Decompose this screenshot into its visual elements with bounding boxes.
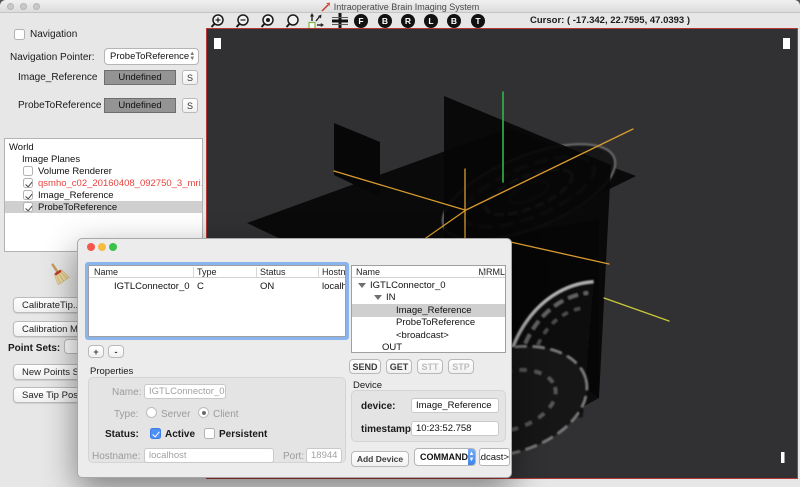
type-label: Type: xyxy=(114,409,138,420)
toolbar: F B R L B T Cursor: ( -17.342, 22.7595, … xyxy=(0,13,800,29)
probe-to-reference-label: ProbeToReference xyxy=(18,100,101,111)
server-radio[interactable] xyxy=(146,407,157,418)
point-sets-label: Point Sets: xyxy=(8,343,60,354)
navigation-checkbox[interactable] xyxy=(14,29,25,40)
chevron-updown-icon: ▲▼ xyxy=(189,52,195,62)
status-label: Status: xyxy=(105,429,139,440)
stp-button[interactable]: STP xyxy=(448,359,474,374)
window-title: Intraoperative Brain Imaging System xyxy=(334,2,480,12)
name-field[interactable]: IGTLConnector_0 xyxy=(144,384,226,399)
command-dropdown-value: COMMAND xyxy=(415,452,468,462)
send-button[interactable]: SEND xyxy=(349,359,381,374)
zoom-in-icon[interactable] xyxy=(210,13,228,29)
view-top-button[interactable]: T xyxy=(471,14,485,28)
image-reference-checkbox[interactable] xyxy=(23,190,33,200)
stt-button[interactable]: STT xyxy=(417,359,443,374)
disclosure-icon[interactable] xyxy=(358,283,366,288)
crosshair-icon[interactable] xyxy=(330,13,348,29)
timestamp-label: timestamp: xyxy=(361,424,414,435)
properties-group-label: Properties xyxy=(90,366,133,377)
broadcast-dropdown[interactable]: <broadcast> xyxy=(479,448,510,466)
add-connector-button[interactable]: + xyxy=(88,345,104,358)
io-out-row[interactable]: OUT xyxy=(352,342,505,354)
port-field[interactable]: 18944 xyxy=(306,448,342,463)
broadcast-dropdown-value: <broadcast> xyxy=(479,452,509,463)
active-checkbox-label: Active xyxy=(165,429,195,440)
connectors-table[interactable]: Name Type Status Hostname IGTLConnector_… xyxy=(88,265,346,337)
add-device-button[interactable]: Add Device xyxy=(351,451,409,467)
device-label: device: xyxy=(361,401,395,412)
name-label: Name: xyxy=(112,387,141,398)
timestamp-field[interactable]: 10:23:52.758 xyxy=(411,421,499,436)
image-reference-status-button[interactable]: Undefined xyxy=(104,70,176,85)
zoom-out-icon[interactable] xyxy=(235,13,253,29)
tree-item-image-reference[interactable]: Image_Reference xyxy=(5,189,202,201)
broom-icon xyxy=(46,261,70,285)
point-sets-dropdown-partial[interactable] xyxy=(64,339,78,354)
view-front-button[interactable]: F xyxy=(354,14,368,28)
pan-view-icon[interactable] xyxy=(308,13,326,29)
image-reference-s-button[interactable]: S xyxy=(182,70,198,85)
scene-tree: World Image Planes Volume Renderer qsmho… xyxy=(4,138,203,252)
navigation-pointer-dropdown[interactable]: ProbeToReference ▲▼ xyxy=(104,48,199,65)
zoom-area-icon[interactable] xyxy=(285,13,303,29)
io-connector-row[interactable]: IGTLConnector_0 xyxy=(352,279,505,292)
cursor-coordinates: Cursor: ( -17.342, 22.7595, 47.0393 ) xyxy=(530,15,690,26)
get-button[interactable]: GET xyxy=(386,359,412,374)
hostname-label: Hostname: xyxy=(92,451,140,462)
navigation-pointer-label: Navigation Pointer: xyxy=(10,52,95,63)
navigation-label: Navigation xyxy=(30,29,77,40)
io-image-reference-row[interactable]: Image_Reference xyxy=(352,304,505,317)
remove-connector-button[interactable]: - xyxy=(108,345,124,358)
port-label: Port: xyxy=(283,451,304,462)
active-checkbox[interactable] xyxy=(150,428,161,439)
dialog-zoom-button[interactable] xyxy=(109,243,117,251)
view-right-button[interactable]: R xyxy=(401,14,415,28)
image-reference-label: Image_Reference xyxy=(18,72,98,83)
view-left-button[interactable]: L xyxy=(424,14,438,28)
mri-volume-checkbox[interactable] xyxy=(23,178,33,188)
persistent-checkbox-label: Persistent xyxy=(219,429,267,440)
volume-renderer-checkbox[interactable] xyxy=(23,166,33,176)
navigation-pointer-value: ProbeToReference xyxy=(110,51,189,62)
titlebar: Intraoperative Brain Imaging System xyxy=(0,0,800,13)
command-dropdown[interactable]: COMMAND ▲▼ xyxy=(414,448,476,466)
io-in-row[interactable]: IN xyxy=(352,292,505,305)
tree-item-mri-volume[interactable]: qsmho_c02_20160408_092750_3_mri.mnc xyxy=(5,177,202,189)
probe-to-reference-status-button[interactable]: Undefined xyxy=(104,98,176,113)
dialog-minimize-button[interactable] xyxy=(98,243,106,251)
tree-item-volume-renderer[interactable]: Volume Renderer xyxy=(5,165,202,177)
dialog-close-button[interactable] xyxy=(87,243,95,251)
server-radio-label: Server xyxy=(161,409,190,420)
probe-to-reference-checkbox[interactable] xyxy=(23,202,33,212)
igtl-connection-dialog: Name Type Status Hostname IGTLConnector_… xyxy=(77,238,512,478)
client-radio-label: Client xyxy=(213,409,239,420)
dart-icon xyxy=(321,2,331,12)
chevron-updown-icon: ▲▼ xyxy=(468,449,475,465)
io-probe-to-reference-row[interactable]: ProbeToReference xyxy=(352,317,505,330)
io-tree-table[interactable]: Name MRML IGTLConnector_0 IN Image_Refer… xyxy=(351,265,506,353)
view-back-button[interactable]: B xyxy=(378,14,392,28)
disclosure-icon[interactable] xyxy=(374,295,382,300)
hostname-field[interactable]: localhost xyxy=(144,448,274,463)
main-window: Intraoperative Brain Imaging System xyxy=(0,0,800,487)
title-area: Intraoperative Brain Imaging System xyxy=(0,0,800,13)
io-tree-header: Name MRML xyxy=(352,266,505,278)
tree-item-probe-to-reference[interactable]: ProbeToReference xyxy=(5,201,202,213)
io-broadcast-row[interactable]: <broadcast> xyxy=(352,329,505,342)
tree-item-world[interactable]: World xyxy=(5,141,202,153)
device-field[interactable]: Image_Reference xyxy=(411,398,499,413)
connectors-table-header: Name Type Status Hostname xyxy=(89,266,345,278)
view-bottom-button[interactable]: B xyxy=(447,14,461,28)
probe-to-reference-s-button[interactable]: S xyxy=(182,98,198,113)
zoom-focus-icon[interactable] xyxy=(260,13,278,29)
tree-item-image-planes[interactable]: Image Planes xyxy=(5,153,202,165)
persistent-checkbox[interactable] xyxy=(204,428,215,439)
client-radio[interactable] xyxy=(198,407,209,418)
